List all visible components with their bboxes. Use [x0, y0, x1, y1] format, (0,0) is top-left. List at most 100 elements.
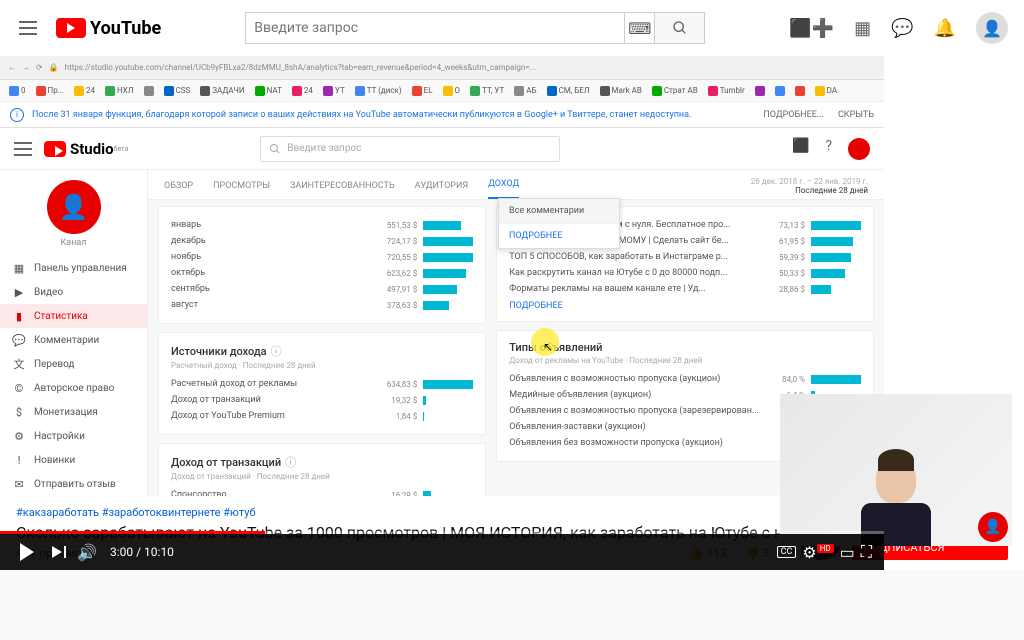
- reload-icon[interactable]: ⟳: [36, 63, 43, 72]
- cc-button[interactable]: CC: [777, 546, 797, 558]
- bookmark-item[interactable]: СМ, БЕЛ: [544, 85, 593, 97]
- volume-button[interactable]: 🔊: [72, 537, 102, 567]
- tabs-bar: ОБЗОР ПРОСМОТРЫ ЗАИНТЕРЕСОВАННОСТЬ АУДИТОРИ…: [148, 170, 884, 200]
- apps-icon[interactable]: ▦: [854, 18, 871, 39]
- lock-icon: 🔒: [49, 63, 59, 72]
- tab[interactable]: ПРОСМОТРЫ: [213, 181, 270, 199]
- channel-avatar[interactable]: 👤: [47, 180, 101, 234]
- sidebar-item[interactable]: 💬Комментарии: [0, 328, 147, 352]
- sidebar-item[interactable]: $Монетизация: [0, 400, 147, 424]
- search-button[interactable]: [655, 12, 705, 44]
- bookmark-item[interactable]: Mark АВ: [597, 85, 645, 97]
- data-row: январь551,53 $: [171, 217, 473, 233]
- bookmark-item[interactable]: 24: [289, 85, 316, 97]
- tab[interactable]: ДОХОД: [488, 179, 519, 199]
- notice-bar: i После 31 января функция, благодаря кот…: [0, 102, 884, 128]
- menu-icon[interactable]: [16, 16, 40, 40]
- date-range[interactable]: 26 дек. 2018 г. – 22 янв. 2019 г. Послед…: [751, 177, 868, 199]
- search-input[interactable]: [245, 12, 625, 44]
- studio-body: 👤 Канал ▦Панель управления▶Видео▮Статист…: [0, 170, 884, 532]
- upload-icon[interactable]: ⬛➕: [789, 18, 834, 39]
- bookmark-item[interactable]: ЗАДАЧИ: [197, 85, 247, 97]
- video-content: ← → ⟳ 🔒 https://studio.youtube.com/chann…: [0, 56, 884, 534]
- bookmark-item[interactable]: Tumblr: [705, 85, 748, 97]
- sidebar-item[interactable]: ✉Отправить отзыв: [0, 472, 147, 496]
- bookmark-item[interactable]: CSS: [161, 85, 194, 97]
- channel-label: Канал: [0, 238, 147, 248]
- videos-more-link[interactable]: ПОДРОБНЕЕ: [509, 301, 861, 311]
- cursor-icon: ↖: [543, 340, 553, 354]
- notice-text: После 31 января функция, благодаря котор…: [32, 110, 691, 120]
- bookmark-item[interactable]: АБ: [511, 85, 539, 97]
- bookmark-item[interactable]: O: [440, 85, 464, 97]
- data-row: Форматы рекламы на вашем канале ете | Уд…: [509, 281, 861, 297]
- bookmark-item[interactable]: DA: [812, 85, 840, 97]
- keyboard-icon[interactable]: ⌨: [625, 12, 655, 44]
- notice-more-link[interactable]: ПОДРОБНЕЕ...: [763, 110, 824, 120]
- fullscreen-icon[interactable]: ⛶: [861, 542, 872, 562]
- bookmark-item[interactable]: 0: [6, 85, 29, 97]
- bookmark-item[interactable]: [772, 85, 788, 97]
- miniplayer-icon[interactable]: ▭: [840, 543, 855, 562]
- bookmark-item[interactable]: ТТ, УТ: [467, 85, 507, 97]
- sidebar-item[interactable]: !Новинки: [0, 448, 147, 472]
- dropdown-item-more[interactable]: ПОДРОБНЕЕ: [499, 224, 619, 248]
- bookmark-item[interactable]: Пр...: [33, 85, 68, 97]
- settings-icon[interactable]: ⚙HD: [802, 543, 833, 562]
- user-avatar[interactable]: 👤: [976, 12, 1008, 44]
- browser-address-bar: ← → ⟳ 🔒 https://studio.youtube.com/chann…: [0, 56, 884, 80]
- studio-logo[interactable]: Studioбета: [44, 140, 128, 158]
- player-controls: 🔊 3:00 / 10:10 CC ⚙HD ▭ ⛶: [0, 534, 884, 570]
- data-row: Объявления с возможностью пропуска (аукц…: [509, 371, 861, 387]
- data-row: сентябрь497,91 $: [171, 281, 473, 297]
- sidebar-icon: 文: [12, 357, 26, 371]
- sidebar-item[interactable]: ▮Статистика: [0, 304, 147, 328]
- tab[interactable]: ЗАИНТЕРЕСОВАННОСТЬ: [290, 181, 395, 199]
- bookmark-item[interactable]: ТТ (диск): [352, 85, 405, 97]
- sidebar-item[interactable]: ▶Видео: [0, 280, 147, 304]
- tab[interactable]: ОБЗОР: [164, 181, 193, 199]
- search-bar: ⌨: [245, 12, 705, 44]
- time-display: 3:00 / 10:10: [110, 545, 174, 559]
- data-row: ноябрь720,55 $: [171, 249, 473, 265]
- sidebar-icon: ▶: [12, 285, 26, 299]
- studio-avatar-icon[interactable]: [848, 138, 870, 160]
- bookmark-item[interactable]: Страт АВ: [649, 85, 701, 97]
- bookmark-item[interactable]: НХЛ: [102, 85, 137, 97]
- bookmark-item[interactable]: [141, 85, 157, 97]
- dropdown-item-all[interactable]: Все комментарии: [499, 199, 619, 224]
- bookmark-item[interactable]: [792, 85, 808, 97]
- sidebar-icon: ✉: [12, 477, 26, 491]
- studio-menu-icon[interactable]: [14, 142, 32, 156]
- sidebar-icon: 💬: [12, 333, 26, 347]
- notice-hide-link[interactable]: СКРЫТЬ: [838, 110, 874, 120]
- sidebar-item[interactable]: 文Перевод: [0, 352, 147, 376]
- tab[interactable]: АУДИТОРИЯ: [415, 181, 469, 199]
- next-button[interactable]: [42, 537, 72, 567]
- sidebar-item[interactable]: ©Авторское право: [0, 376, 147, 400]
- data-row: декабрь724,17 $: [171, 233, 473, 249]
- sidebar-item[interactable]: ⚙Настройки: [0, 424, 147, 448]
- sidebar-icon: ▮: [12, 309, 26, 323]
- bookmark-item[interactable]: EL: [409, 85, 436, 97]
- url-text[interactable]: https://studio.youtube.com/channel/UCb9y…: [65, 63, 876, 72]
- help-icon[interactable]: ⓘ: [285, 454, 296, 470]
- presenter-pip: 👤: [780, 394, 1012, 546]
- youtube-logo[interactable]: YouTube: [56, 18, 161, 39]
- bookmark-item[interactable]: [752, 85, 768, 97]
- notifications-icon[interactable]: 🔔: [934, 18, 956, 39]
- forward-icon[interactable]: →: [22, 63, 30, 72]
- bookmark-item[interactable]: NAT: [252, 85, 285, 97]
- play-button[interactable]: [12, 537, 42, 567]
- studio-help-icon[interactable]: ?: [825, 138, 832, 160]
- studio-search[interactable]: Введите запрос: [260, 136, 560, 162]
- sidebar-item[interactable]: ▦Панель управления: [0, 256, 147, 280]
- card-monthly-revenue: январь551,53 $декабрь724,17 $ноябрь720,5…: [158, 206, 486, 324]
- back-icon[interactable]: ←: [8, 63, 16, 72]
- bookmark-item[interactable]: УТ: [320, 85, 348, 97]
- help-icon[interactable]: ⓘ: [271, 343, 282, 359]
- messages-icon[interactable]: 💬: [891, 18, 913, 39]
- studio-upload-icon[interactable]: ⬛: [792, 138, 809, 160]
- comments-dropdown: Все комментарии ПОДРОБНЕЕ: [498, 198, 620, 249]
- bookmark-item[interactable]: 24: [71, 85, 98, 97]
